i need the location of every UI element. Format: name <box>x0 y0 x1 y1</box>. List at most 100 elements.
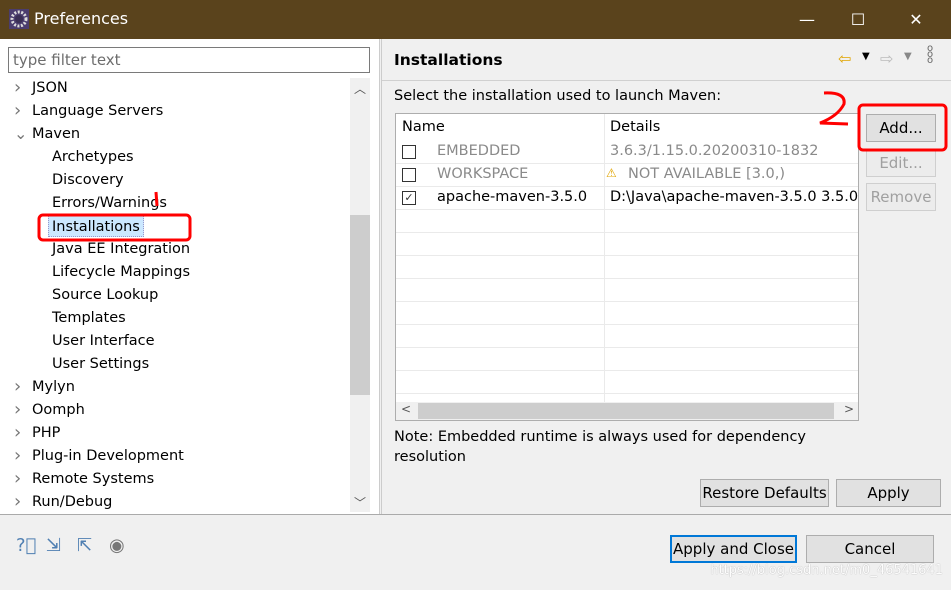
tree-item-label: JSON <box>32 80 68 96</box>
close-button[interactable]: ✕ <box>893 0 939 39</box>
tree-item[interactable]: PHP <box>32 422 60 444</box>
row-name: apache-maven-3.5.0 <box>437 189 588 205</box>
empty-row <box>396 302 858 325</box>
chevron-right-icon[interactable]: › <box>14 399 21 421</box>
export-icon[interactable]: ⇱ <box>77 535 92 556</box>
tree-item-label: Oomph <box>32 402 85 418</box>
tree-item[interactable]: Source Lookup <box>52 284 158 306</box>
warning-icon: ⚠ <box>606 166 617 180</box>
empty-row <box>396 256 858 279</box>
tree-item[interactable]: User Interface <box>52 330 155 352</box>
tree-item[interactable]: Java EE Integration <box>52 238 190 260</box>
tree-item[interactable]: Errors/Warnings <box>52 192 167 214</box>
forward-menu-icon[interactable]: ▼ <box>904 51 912 62</box>
chevron-down-icon[interactable]: ⌄ <box>14 123 27 145</box>
back-arrow-icon[interactable]: ⇦ <box>838 49 851 68</box>
tree-item-label: Lifecycle Mappings <box>52 264 190 280</box>
scroll-up-icon[interactable]: ︿ <box>354 80 366 97</box>
tree-item-label: PHP <box>32 425 61 441</box>
page-title: Installations <box>394 51 503 69</box>
hscroll-thumb[interactable] <box>418 403 834 419</box>
column-header-details[interactable]: Details <box>610 119 660 135</box>
tree-scrollbar-thumb[interactable] <box>350 215 370 395</box>
row-checkbox[interactable] <box>402 145 416 159</box>
tree-item-label: Errors/Warnings <box>52 195 167 211</box>
import-icon[interactable]: ⇲ <box>46 535 61 556</box>
tree-item[interactable]: Maven <box>32 123 80 145</box>
window-title: Preferences <box>34 9 129 28</box>
title-bar: Preferences — ☐ ✕ <box>0 0 951 39</box>
apply-button[interactable]: Apply <box>836 479 941 507</box>
empty-row <box>396 371 858 394</box>
tree-item[interactable]: User Settings <box>52 353 149 375</box>
empty-row <box>396 348 858 371</box>
tree-item-label: Remote Systems <box>32 471 155 487</box>
back-menu-icon[interactable]: ▼ <box>862 51 870 62</box>
filter-input[interactable] <box>8 47 370 73</box>
tree-item[interactable]: Templates <box>52 307 126 329</box>
tree-item[interactable]: JSON <box>32 77 68 99</box>
empty-row <box>396 325 858 348</box>
eclipse-gear-icon <box>9 9 29 29</box>
tree-item[interactable]: Installations <box>48 215 144 237</box>
table-hscrollbar[interactable]: < > <box>396 402 858 420</box>
column-header-name[interactable]: Name <box>402 119 445 135</box>
tree-item-label: Java EE Integration <box>52 241 191 257</box>
row-name: WORKSPACE <box>437 166 529 182</box>
chevron-right-icon[interactable]: › <box>14 445 21 467</box>
apply-and-close-button[interactable]: Apply and Close <box>670 535 797 563</box>
tree-item-label: Source Lookup <box>52 287 159 303</box>
chevron-right-icon[interactable]: › <box>14 376 21 398</box>
scroll-left-icon[interactable]: < <box>401 402 411 416</box>
scroll-right-icon[interactable]: > <box>844 402 854 416</box>
forward-arrow-icon[interactable]: ⇨ <box>880 49 893 68</box>
row-name: EMBEDDED <box>437 143 521 159</box>
header-divider <box>381 80 951 81</box>
tree-item[interactable]: Archetypes <box>52 146 134 168</box>
tree-item[interactable]: Lifecycle Mappings <box>52 261 190 283</box>
instruction-label: Select the installation used to launch M… <box>394 88 722 104</box>
tree-item[interactable]: Plug-in Development <box>32 445 184 467</box>
tree-item[interactable]: Language Servers <box>32 100 163 122</box>
chevron-right-icon[interactable]: › <box>14 100 21 122</box>
tree-item[interactable]: Remote Systems <box>32 468 154 490</box>
restore-defaults-button[interactable]: Restore Defaults <box>700 479 829 507</box>
view-menu-icon[interactable]: ooo <box>927 44 933 66</box>
tree-item-label: User Settings <box>52 356 150 372</box>
tree-item[interactable]: Discovery <box>52 169 124 191</box>
minimize-button[interactable]: — <box>784 0 830 39</box>
row-details: D:\Java\apache-maven-3.5.0 3.5.0 <box>610 189 859 205</box>
record-icon[interactable]: ◉ <box>109 535 125 556</box>
tree-item-label: Mylyn <box>32 379 75 395</box>
tree-item-label: Installations <box>52 219 140 235</box>
chevron-right-icon[interactable]: › <box>14 491 21 513</box>
chevron-right-icon[interactable]: › <box>14 422 21 444</box>
remove-button[interactable]: Remove <box>866 183 936 211</box>
tree-item-label: Archetypes <box>52 149 134 165</box>
table-row[interactable]: ✓ apache-maven-3.5.0 D:\Java\apache-maven-… <box>396 187 858 210</box>
cancel-button[interactable]: Cancel <box>806 535 934 563</box>
row-details: NOT AVAILABLE [3.0,) <box>628 166 786 182</box>
row-details: 3.6.3/1.15.0.20200310-1832 <box>610 143 819 159</box>
tree-item-label: Discovery <box>52 172 124 188</box>
empty-row <box>396 210 858 233</box>
chevron-right-icon[interactable]: › <box>14 468 21 490</box>
tree-item-label: Plug-in Development <box>32 448 184 464</box>
tree-item[interactable]: Mylyn <box>32 376 75 398</box>
chevron-right-icon[interactable]: › <box>14 77 21 99</box>
edit-button[interactable]: Edit... <box>866 149 936 177</box>
scroll-down-icon[interactable]: ﹀ <box>354 494 366 511</box>
tree-item[interactable]: Run/Debug <box>32 491 112 513</box>
maximize-button[interactable]: ☐ <box>835 0 881 39</box>
watermark: https://blog.csdn.net/m0_46541641 <box>710 563 943 578</box>
tree-item[interactable]: Oomph <box>32 399 85 421</box>
tree-item-label: Maven <box>32 126 81 142</box>
table-row[interactable]: EMBEDDED 3.6.3/1.15.0.20200310-1832 <box>396 141 858 164</box>
help-icon[interactable]: ?⃝ <box>16 535 36 556</box>
note-text: Note: Embedded runtime is always used fo… <box>394 429 807 445</box>
row-checkbox[interactable]: ✓ <box>402 191 416 205</box>
row-checkbox[interactable] <box>402 168 416 182</box>
add-button[interactable]: Add... <box>866 114 936 142</box>
note-text-cont: resolution <box>394 449 466 465</box>
table-row[interactable]: WORKSPACE ⚠ NOT AVAILABLE [3.0,) <box>396 164 858 187</box>
